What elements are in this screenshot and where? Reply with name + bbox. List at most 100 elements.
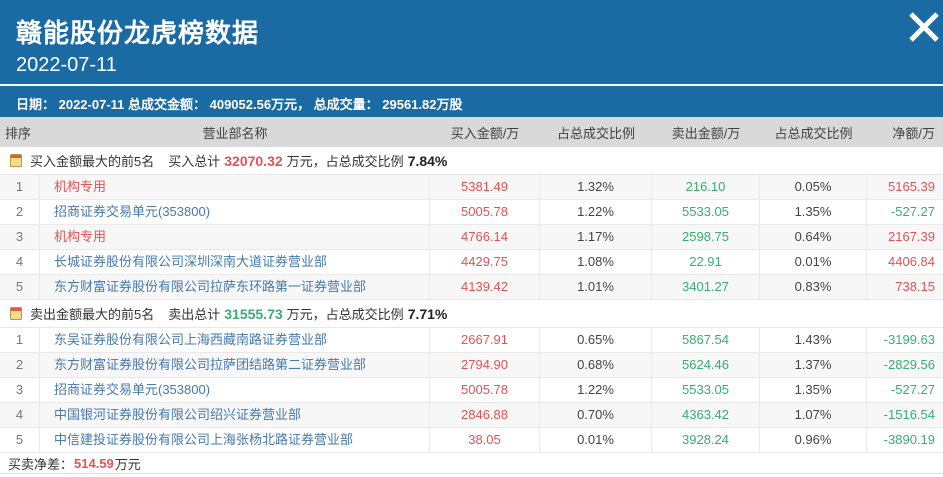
rank-cell: 4 [0, 250, 40, 274]
buy-pct-cell: 1.01% [540, 275, 652, 299]
note-icon [10, 307, 22, 320]
sell-amount-cell: 3401.27 [652, 275, 760, 299]
col-header-rank: 排序 [5, 125, 32, 141]
sell-section-title: 卖出金额最大的前5名 [30, 307, 155, 322]
net-amount-cell: 5165.39 [888, 179, 935, 194]
sell-amount-cell: 5867.54 [652, 328, 760, 352]
buy-pct-cell: 1.32% [540, 175, 652, 199]
buy-pct-cell: 0.01% [540, 428, 652, 452]
col-header-sell-pct: 占总成交比例 [774, 125, 853, 141]
page-title: 赣能股份龙虎榜数据 [16, 18, 260, 48]
sell-total-unit: 万元， [286, 307, 326, 322]
buy-pct-cell: 0.68% [540, 353, 652, 377]
rank-cell: 3 [0, 378, 40, 402]
table-row: 1 机构专用 5381.49 1.32% 216.10 0.05% 5165.3… [0, 175, 943, 200]
sell-amount-cell: 216.10 [652, 175, 760, 199]
rank-cell: 2 [0, 353, 40, 377]
buy-pct-cell: 0.70% [540, 403, 652, 427]
sell-pct-cell: 1.37% [760, 353, 867, 377]
broker-name-link[interactable]: 东吴证券股份有限公司上海西藏南路证券营业部 [40, 328, 430, 352]
sell-amount-cell: 4363.42 [652, 403, 760, 427]
buy-total-label: 买入总计 [168, 154, 221, 169]
sell-amount-cell: 2598.75 [652, 225, 760, 249]
net-amount-cell: -527.27 [890, 382, 935, 397]
col-header-sell: 卖出金额/万 [671, 125, 741, 141]
buy-pct-cell: 1.22% [540, 378, 652, 402]
net-diff-unit: 万元 [114, 456, 141, 472]
sell-pct-cell: 1.35% [760, 200, 867, 224]
broker-name-link[interactable]: 招商证券交易单元(353800) [40, 200, 430, 224]
broker-name-link[interactable]: 东方财富证券股份有限公司拉萨团结路第二证券营业部 [40, 353, 430, 377]
table-row: 2 东方财富证券股份有限公司拉萨团结路第二证券营业部 2794.90 0.68%… [0, 353, 943, 378]
buy-pct-cell: 0.65% [540, 328, 652, 352]
close-icon[interactable] [901, 4, 943, 48]
rank-cell: 5 [0, 428, 40, 452]
buy-total-unit: 万元， [286, 154, 326, 169]
net-difference-footer: 买卖净差： 514.59 万元 [0, 453, 943, 474]
buy-amount-cell: 2846.88 [430, 403, 540, 427]
buy-pct-cell: 1.08% [540, 250, 652, 274]
table-row: 5 东方财富证券股份有限公司拉萨东环路第一证券营业部 4139.42 1.01%… [0, 275, 943, 300]
net-amount-cell: -1516.54 [883, 407, 935, 422]
table-row: 4 中国银河证券股份有限公司绍兴证券营业部 2846.88 0.70% 4363… [0, 403, 943, 428]
sell-amount-cell: 5533.05 [652, 378, 760, 402]
buy-amount-cell: 38.05 [430, 428, 540, 452]
note-icon [10, 154, 22, 167]
net-amount-cell: 2167.39 [888, 229, 935, 244]
trade-summary: 日期： 2022-07-11 总成交金额： 409052.56万元， 总成交量：… [16, 97, 463, 112]
buy-section-header: 买入金额最大的前5名 买入总计 32070.32 万元， 占总成交比例 7.84… [0, 147, 943, 175]
table-row: 2 招商证券交易单元(353800) 5005.78 1.22% 5533.05… [0, 200, 943, 225]
sell-amount-cell: 5624.46 [652, 353, 760, 377]
col-header-buy: 买入金额/万 [450, 125, 520, 141]
broker-name-link[interactable]: 招商证券交易单元(353800) [40, 378, 430, 402]
rank-cell: 1 [0, 328, 40, 352]
sell-amount-cell: 3928.24 [652, 428, 760, 452]
net-amount-cell: 4406.84 [888, 254, 935, 269]
buy-total-value: 32070.32 [224, 152, 283, 169]
sell-pct-cell: 0.01% [760, 250, 867, 274]
buy-amount-cell: 4766.14 [430, 225, 540, 249]
buy-amount-cell: 2794.90 [430, 353, 540, 377]
sell-total-label: 卖出总计 [168, 307, 221, 322]
buy-amount-cell: 4139.42 [430, 275, 540, 299]
table-row: 3 机构专用 4766.14 1.17% 2598.75 0.64% 2167.… [0, 225, 943, 250]
sell-ratio-value: 7.71% [407, 305, 448, 322]
rank-cell: 5 [0, 275, 40, 299]
rank-cell: 3 [0, 225, 40, 249]
buy-amount-cell: 5381.49 [430, 175, 540, 199]
table-row: 1 东吴证券股份有限公司上海西藏南路证券营业部 2667.91 0.65% 58… [0, 328, 943, 353]
buy-amount-cell: 4429.75 [430, 250, 540, 274]
sell-amount-cell: 5533.05 [652, 200, 760, 224]
buy-ratio-value: 7.84% [407, 152, 448, 169]
table-header-row: 排序 营业部名称 买入金额/万 占总成交比例 卖出金额/万 占总成交比例 净额/… [0, 117, 943, 147]
broker-name-link: 机构专用 [40, 175, 430, 199]
rank-cell: 2 [0, 200, 40, 224]
sell-pct-cell: 1.07% [760, 403, 867, 427]
broker-name-link[interactable]: 中国银河证券股份有限公司绍兴证券营业部 [40, 403, 430, 427]
table-row: 3 招商证券交易单元(353800) 5005.78 1.22% 5533.05… [0, 378, 943, 403]
sell-amount-cell: 22.91 [652, 250, 760, 274]
broker-name-link: 机构专用 [40, 225, 430, 249]
broker-name-link[interactable]: 东方财富证券股份有限公司拉萨东环路第一证券营业部 [40, 275, 430, 299]
sell-total-value: 31555.73 [224, 305, 283, 322]
lhb-data-dialog: 赣能股份龙虎榜数据 2022-07-11 日期： 2022-07-11 总成交金… [0, 0, 943, 477]
buy-pct-cell: 1.17% [540, 225, 652, 249]
sell-pct-cell: 0.96% [760, 428, 867, 452]
sell-pct-cell: 0.05% [760, 175, 867, 199]
col-header-broker: 营业部名称 [202, 125, 268, 141]
net-diff-value: 514.59 [74, 455, 114, 471]
broker-name-link[interactable]: 长城证券股份有限公司深圳深南大道证券营业部 [40, 250, 430, 274]
buy-pct-cell: 1.22% [540, 200, 652, 224]
buy-section-title: 买入金额最大的前5名 [30, 154, 155, 169]
net-amount-cell: -2829.56 [883, 357, 935, 372]
broker-name-link[interactable]: 中信建投证券股份有限公司上海张杨北路证券营业部 [40, 428, 430, 452]
sell-rows: 1 东吴证券股份有限公司上海西藏南路证券营业部 2667.91 0.65% 58… [0, 328, 943, 453]
sell-ratio-label: 占总成交比例 [325, 307, 404, 322]
rank-cell: 4 [0, 403, 40, 427]
net-amount-cell: -527.27 [890, 204, 935, 219]
buy-amount-cell: 5005.78 [430, 200, 540, 224]
net-diff-label: 买卖净差： [8, 456, 74, 472]
sell-pct-cell: 1.35% [760, 378, 867, 402]
table-row: 4 长城证券股份有限公司深圳深南大道证券营业部 4429.75 1.08% 22… [0, 250, 943, 275]
header-divider [0, 84, 943, 86]
